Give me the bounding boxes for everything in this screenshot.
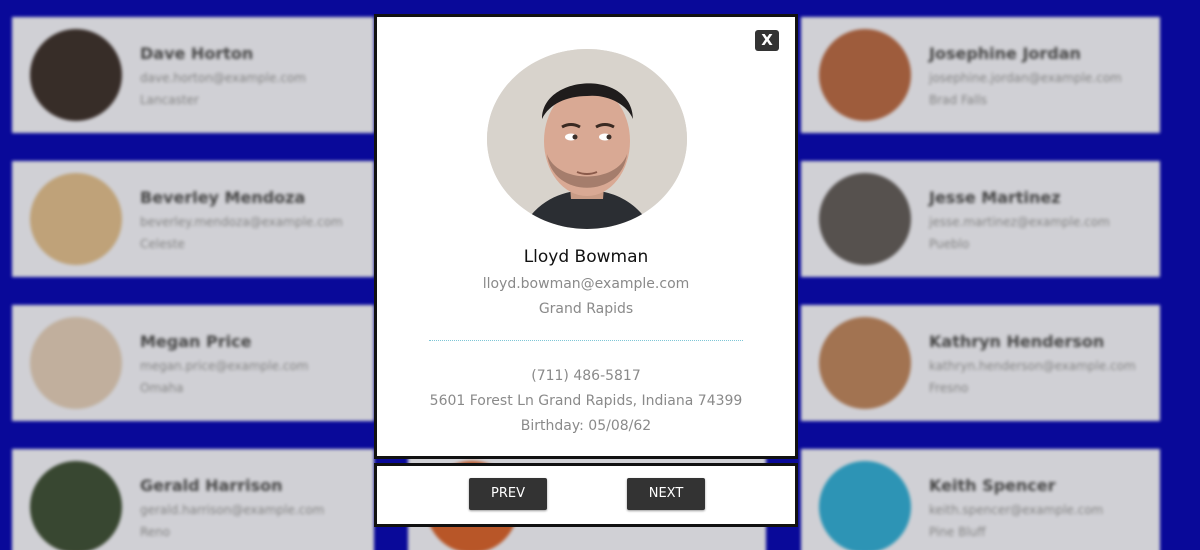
- modal-navigation: PREV NEXT: [376, 465, 796, 525]
- profile-photo: [487, 49, 687, 229]
- close-button[interactable]: X: [755, 30, 779, 51]
- employee-city: Grand Rapids: [538, 301, 634, 317]
- employee-phone: (711) 486-5817: [531, 368, 641, 384]
- divider: [429, 340, 743, 341]
- employee-email: lloyd.bowman@example.com: [482, 276, 690, 292]
- prev-button[interactable]: PREV: [469, 478, 547, 510]
- employee-address: 5601 Forest Ln Grand Rapids, Indiana 743…: [429, 393, 743, 409]
- employee-name: Lloyd Bowman: [523, 247, 649, 267]
- employee-detail-modal: X Lloyd Bowman lloyd.bowman@example.com …: [376, 16, 796, 457]
- next-button[interactable]: NEXT: [627, 478, 705, 510]
- employee-birthday: Birthday: 05/08/62: [520, 418, 652, 434]
